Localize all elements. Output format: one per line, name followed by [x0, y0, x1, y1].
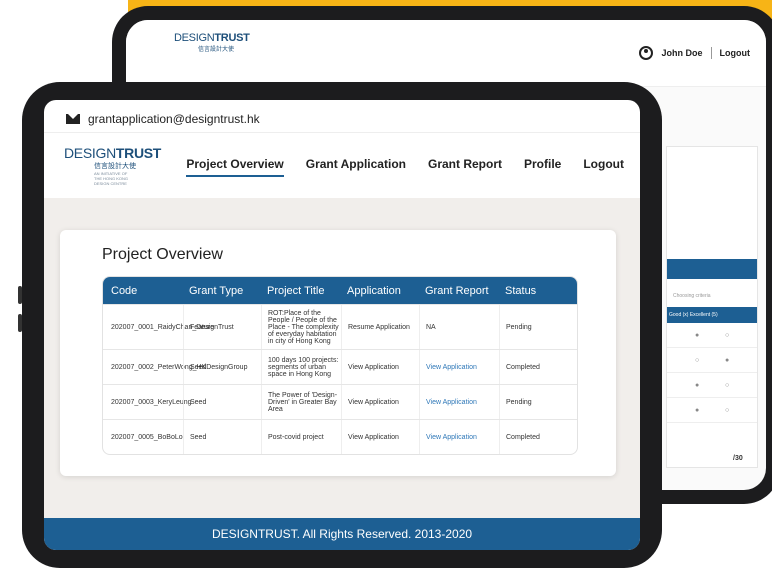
back-user-area: John Doe Logout: [639, 46, 750, 60]
cell-status: Pending: [499, 385, 577, 419]
back-side-panel: Choosing criteria Good (x) Excellent (5)…: [666, 146, 758, 468]
table-header: Code Grant Type Project Title Applicatio…: [103, 277, 577, 304]
logo-text-a: DESIGN: [64, 145, 116, 161]
nav-profile[interactable]: Profile: [524, 157, 561, 177]
navigation-bar: DESIGNTRUST 信言設計大使 AN INITIATIVE OF THE …: [44, 132, 640, 199]
cell-code: 202007_0001_RaidyChan_DesignTrust: [111, 323, 234, 331]
radio-option[interactable]: ○: [725, 382, 729, 389]
radio-option[interactable]: ●: [725, 357, 729, 364]
nav-grant-application[interactable]: Grant Application: [306, 157, 406, 177]
cell-code: 202007_0002_PeterWong_HKDesignGroup: [111, 363, 248, 371]
column-header-code: Code: [111, 284, 138, 297]
front-tablet-screen: grantapplication@designtrust.hk DESIGNTR…: [44, 100, 640, 550]
radio-option[interactable]: ●: [695, 407, 699, 414]
resume-application-link[interactable]: Resume Application: [341, 305, 419, 349]
radio-option[interactable]: ○: [725, 332, 729, 339]
back-total-score: /30: [733, 455, 743, 462]
view-report-link[interactable]: View Application: [419, 385, 499, 419]
cell-status: Pending: [499, 305, 577, 349]
content-area: Project Overview Code Grant Type Project…: [44, 198, 640, 518]
view-application-link[interactable]: View Application: [341, 420, 419, 454]
back-logo-text-a: DESIGN: [174, 32, 215, 44]
footer: DESIGNTRUST. All Rights Reserved. 2013-2…: [44, 518, 640, 550]
cell-grant-type: Seed: [183, 420, 261, 454]
back-row-line: [667, 397, 757, 398]
cell-code: 202007_0003_KeryLeung: [111, 398, 192, 406]
cell-project-title: 100 days 100 projects: segments of urban…: [261, 350, 341, 384]
column-header-status: Status: [505, 284, 537, 297]
cell-project-title: ROT:Place of the People / People of the …: [261, 305, 341, 349]
project-table: Code Grant Type Project Title Applicatio…: [102, 276, 578, 455]
main-nav: Project Overview Grant Application Grant…: [186, 157, 624, 177]
cell-project-title: The Power of 'Design-Driven' in Greater …: [261, 385, 341, 419]
cell-grant-type: Feature: [183, 305, 261, 349]
back-divider: [710, 47, 712, 59]
back-panel-bar: [667, 259, 757, 279]
cell-grant-report: NA: [419, 305, 499, 349]
view-application-link[interactable]: View Application: [341, 350, 419, 384]
cell-status: Completed: [499, 420, 577, 454]
back-row-line: [667, 422, 757, 423]
nav-project-overview[interactable]: Project Overview: [186, 157, 284, 177]
site-logo[interactable]: DESIGNTRUST 信言設計大使 AN INITIATIVE OF THE …: [64, 145, 161, 186]
project-overview-card: Project Overview Code Grant Type Project…: [60, 230, 616, 476]
table-row: 202007_0001_RaidyChan_DesignTrust Featur…: [103, 304, 577, 349]
logo-subtitle: AN INITIATIVE OF THE HONG KONG DESIGN CE…: [94, 171, 129, 186]
column-header-grant-report: Grant Report: [425, 284, 489, 297]
back-panel-header: Good (x) Excellent (5): [667, 307, 757, 323]
table-row: 202007_0003_KeryLeung Seed The Power of …: [103, 384, 577, 419]
radio-option[interactable]: ●: [695, 382, 699, 389]
side-button: [18, 314, 22, 332]
contact-email[interactable]: grantapplication@designtrust.hk: [88, 112, 260, 126]
back-logout-link[interactable]: Logout: [720, 48, 751, 58]
back-user-name[interactable]: John Doe: [661, 48, 702, 58]
back-row-line: [667, 347, 757, 348]
cell-code: 202007_0005_BoBoLo: [111, 433, 183, 441]
back-logo-chinese: 信言設計大使: [198, 47, 235, 53]
nav-logout[interactable]: Logout: [583, 157, 624, 177]
logo-chinese: 信言設計大使: [94, 163, 136, 170]
table-row: 202007_0005_BoBoLo Seed Post-covid proje…: [103, 419, 577, 454]
radio-option[interactable]: ●: [695, 332, 699, 339]
view-application-link[interactable]: View Application: [341, 385, 419, 419]
cell-grant-type: Seed: [183, 350, 261, 384]
column-header-application: Application: [347, 284, 401, 297]
front-tablet: grantapplication@designtrust.hk DESIGNTR…: [18, 82, 662, 568]
side-button: [18, 286, 22, 304]
nav-grant-report[interactable]: Grant Report: [428, 157, 502, 177]
mail-icon: [66, 114, 80, 124]
cell-project-title: Post-covid project: [261, 420, 341, 454]
page-title: Project Overview: [102, 246, 223, 263]
email-bar: grantapplication@designtrust.hk: [44, 106, 640, 132]
table-row: 202007_0002_PeterWong_HKDesignGroup Seed…: [103, 349, 577, 384]
back-logo-text-b: TRUST: [214, 32, 250, 44]
cell-grant-type: Seed: [183, 385, 261, 419]
back-row-line: [667, 372, 757, 373]
view-report-link[interactable]: View Application: [419, 420, 499, 454]
column-header-project-title: Project Title: [267, 284, 325, 297]
radio-option[interactable]: ○: [725, 407, 729, 414]
back-note: Choosing criteria: [673, 293, 711, 299]
column-header-grant-type: Grant Type: [189, 284, 244, 297]
view-report-link[interactable]: View Application: [419, 350, 499, 384]
logo-text-b: TRUST: [115, 145, 162, 161]
cell-status: Completed: [499, 350, 577, 384]
back-logo: DESIGNTRUST 信言設計大使: [174, 32, 250, 53]
back-header: DESIGNTRUST 信言設計大使 John Doe Logout: [126, 20, 766, 87]
radio-option[interactable]: ○: [695, 357, 699, 364]
user-avatar-icon[interactable]: [639, 46, 654, 60]
